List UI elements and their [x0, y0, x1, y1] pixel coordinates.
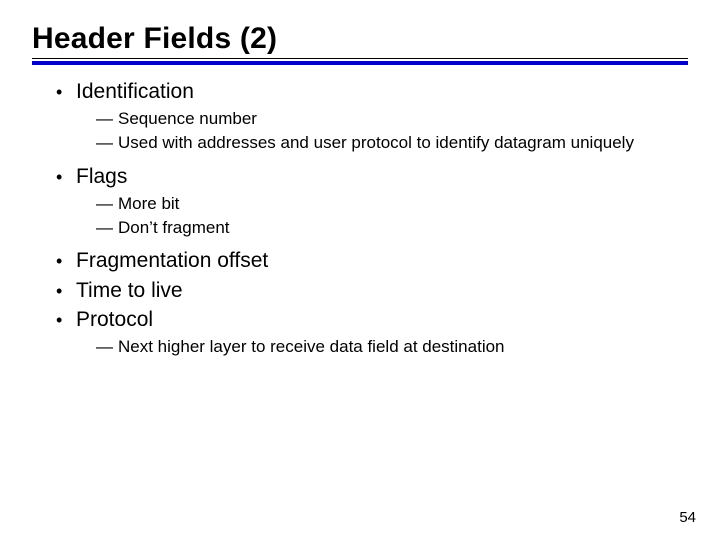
bullet-dot-icon: • [56, 282, 76, 300]
title-underline-thin [32, 58, 688, 59]
sub-text: Don’t fragment [118, 217, 230, 239]
dash-icon: — [96, 132, 118, 153]
sub-text: More bit [118, 193, 179, 215]
bullet-item: • Flags [56, 164, 688, 189]
bullet-item: • Fragmentation offset [56, 248, 688, 273]
sub-list: — Sequence number — Used with addresses … [96, 108, 688, 154]
bullet-dot-icon: • [56, 252, 76, 270]
bullet-text: Time to live [76, 278, 183, 303]
bullet-text: Fragmentation offset [76, 248, 268, 273]
dash-icon: — [96, 193, 118, 214]
title-underline-accent [32, 61, 688, 65]
sub-text: Used with addresses and user protocol to… [118, 132, 634, 154]
sub-item: — More bit [96, 193, 666, 215]
sub-list: — Next higher layer to receive data fiel… [96, 336, 688, 358]
bullet-dot-icon: • [56, 311, 76, 329]
sub-text: Sequence number [118, 108, 257, 130]
slide-content: • Identification — Sequence number — Use… [36, 79, 688, 358]
sub-item: — Next higher layer to receive data fiel… [96, 336, 666, 358]
slide-title: Header Fields (2) [32, 22, 688, 56]
bullet-text: Identification [76, 79, 194, 104]
sub-item: — Don’t fragment [96, 217, 666, 239]
sub-item: — Used with addresses and user protocol … [96, 132, 666, 154]
bullet-item: • Identification [56, 79, 688, 104]
bullet-dot-icon: • [56, 168, 76, 186]
bullet-item: • Protocol [56, 307, 688, 332]
bullet-item: • Time to live [56, 278, 688, 303]
page-number: 54 [679, 509, 696, 526]
bullet-dot-icon: • [56, 83, 76, 101]
bullet-text: Flags [76, 164, 127, 189]
sub-item: — Sequence number [96, 108, 666, 130]
sub-list: — More bit — Don’t fragment [96, 193, 688, 239]
dash-icon: — [96, 336, 118, 357]
sub-text: Next higher layer to receive data field … [118, 336, 505, 358]
slide: Header Fields (2) • Identification — Seq… [0, 0, 720, 540]
dash-icon: — [96, 217, 118, 238]
bullet-text: Protocol [76, 307, 153, 332]
dash-icon: — [96, 108, 118, 129]
